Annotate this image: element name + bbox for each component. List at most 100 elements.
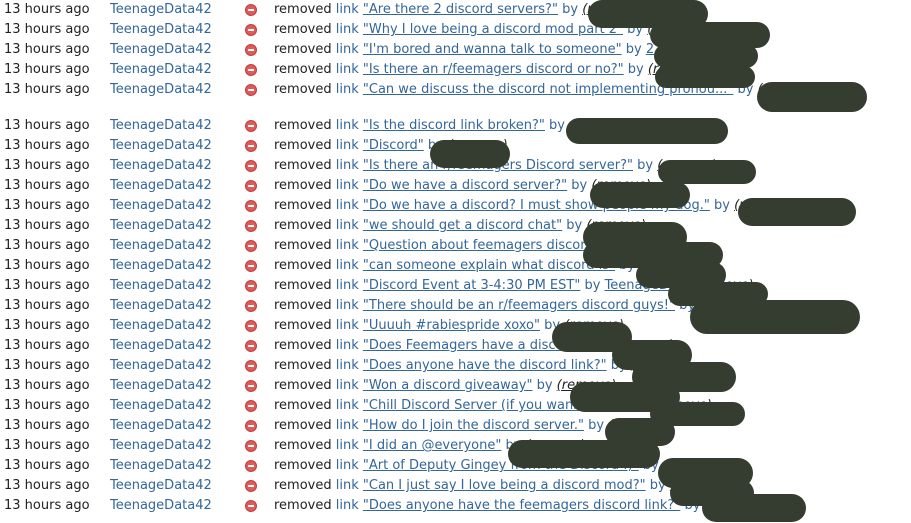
moderator-link[interactable]: TeenageData42 <box>110 338 212 354</box>
timestamp: 13 hours ago <box>4 278 90 293</box>
moderator-link[interactable]: TeenageData42 <box>110 398 212 414</box>
moderation-log: 13 hours ago TeenageData42 removed link "A… <box>0 0 911 516</box>
moderator-link[interactable]: TeenageData42 <box>110 378 212 394</box>
moderator-link[interactable]: TeenageData42 <box>110 22 212 38</box>
remove-action-icon <box>245 320 257 332</box>
target-type: link <box>335 238 359 253</box>
post-title-link[interactable]: "Are there 2 discord servers?" <box>363 2 558 17</box>
redaction-mark <box>566 118 728 144</box>
moderator-link[interactable]: TeenageData42 <box>110 238 212 254</box>
action-type: removed <box>274 498 332 513</box>
target-type: link <box>335 478 359 493</box>
post-title-link[interactable]: "Is the discord link broken?" <box>363 118 545 133</box>
moderator-link[interactable]: TeenageData42 <box>110 278 212 294</box>
moderator-link[interactable]: TeenageData42 <box>110 118 212 134</box>
moderator-link[interactable]: TeenageData42 <box>110 438 212 454</box>
moderator-link[interactable]: TeenageData42 <box>110 358 212 374</box>
post-title-link[interactable]: "Do we have a discord server?" <box>363 178 567 193</box>
post-title-link[interactable]: "Is there an r/feemagers discord or no?" <box>363 62 624 77</box>
log-row: 13 hours ago TeenageData42 removed link "Q… <box>0 236 911 256</box>
timestamp: 13 hours ago <box>4 22 90 37</box>
post-title-link[interactable]: "How do I join the discord server." <box>363 418 584 433</box>
action-type: removed <box>274 358 332 373</box>
remove-action-icon <box>245 44 257 56</box>
by-label: by <box>627 62 644 77</box>
post-title-link[interactable]: "we should get a discord chat" <box>363 218 562 233</box>
target-type: link <box>335 498 359 513</box>
remove-action-icon <box>245 400 257 412</box>
remove-action-icon <box>245 360 257 372</box>
log-row: 13 hours ago TeenageData42 removed link "D… <box>0 356 911 376</box>
moderator-link[interactable]: TeenageData42 <box>110 318 212 334</box>
moderator-link[interactable]: TeenageData42 <box>110 218 212 234</box>
target-type: link <box>335 438 359 453</box>
action-details: removed link "Does anyone have the disco… <box>274 358 909 374</box>
post-title-link[interactable]: "There should be an r/feemagers discord … <box>363 298 675 313</box>
moderator-link[interactable]: TeenageData42 <box>110 258 212 274</box>
target-type: link <box>335 218 359 233</box>
action-details: removed link "Discord Event at 3-4:30 PM… <box>274 278 909 294</box>
moderator-link[interactable]: TeenageData42 <box>110 82 212 98</box>
timestamp: 13 hours ago <box>4 378 90 393</box>
timestamp: 13 hours ago <box>4 438 90 453</box>
action-type: removed <box>274 178 332 193</box>
remove-action-icon <box>245 200 257 212</box>
post-title-link[interactable]: "Discord Event at 3-4:30 PM EST" <box>363 278 580 293</box>
action-type: removed <box>274 158 332 173</box>
post-title-link[interactable]: "I did an @everyone" <box>363 438 501 453</box>
post-title-link[interactable]: "Uuuuh #rabiespride xoxo" <box>363 318 540 333</box>
author-link[interactable]: 2 <box>646 42 654 57</box>
redaction-mark <box>702 494 806 522</box>
timestamp: 13 hours ago <box>4 62 90 77</box>
post-title-link[interactable]: "Why I love being a discord mod part 2" <box>363 22 623 37</box>
moderator-link[interactable]: TeenageData42 <box>110 178 212 194</box>
moderator-link[interactable]: TeenageData42 <box>110 458 212 474</box>
post-title-link[interactable]: "Does anyone have the discord link?" <box>363 358 607 373</box>
moderator-link[interactable]: TeenageData42 <box>110 138 212 154</box>
post-title-link[interactable]: "I'm bored and wanna talk to someone" <box>363 42 622 57</box>
target-type: link <box>335 258 359 273</box>
target-type: link <box>335 418 359 433</box>
moderator-link[interactable]: TeenageData42 <box>110 42 212 58</box>
remove-action-icon <box>245 340 257 352</box>
remove-action-icon <box>245 480 257 492</box>
action-type: removed <box>274 298 332 313</box>
post-title-link[interactable]: "Won a discord giveaway" <box>363 378 533 393</box>
moderator-link[interactable]: TeenageData42 <box>110 478 212 494</box>
remove-action-icon <box>245 4 257 16</box>
remove-action-icon <box>245 380 257 392</box>
target-type: link <box>335 22 359 37</box>
moderator-link[interactable]: TeenageData42 <box>110 2 212 18</box>
timestamp: 13 hours ago <box>4 338 90 353</box>
by-label: by <box>571 178 588 193</box>
redaction-mark <box>508 440 660 468</box>
post-title-link[interactable]: "Does anyone have the feemagers discord … <box>363 498 680 513</box>
log-row: 13 hours ago TeenageData42 removed link "I… <box>0 40 911 60</box>
remove-action-icon <box>245 180 257 192</box>
timestamp: 13 hours ago <box>4 358 90 373</box>
moderator-link[interactable]: TeenageData42 <box>110 498 212 514</box>
moderator-link[interactable]: TeenageData42 <box>110 62 212 78</box>
log-row: 13 hours ago TeenageData42 removed link "D… <box>0 276 911 296</box>
by-label: by <box>562 2 579 17</box>
post-title-link[interactable]: "Question about feemagers discord." <box>363 238 604 253</box>
target-type: link <box>335 458 359 473</box>
target-type: link <box>335 338 359 353</box>
action-details: removed link "How do I join the discord … <box>274 418 909 434</box>
post-title-link[interactable]: "Can I just say I love being a discord m… <box>363 478 646 493</box>
redaction-mark <box>658 160 756 184</box>
moderator-link[interactable]: TeenageData42 <box>110 158 212 174</box>
post-title-link[interactable]: "can someone explain what discord is" <box>363 258 615 273</box>
moderator-link[interactable]: TeenageData42 <box>110 418 212 434</box>
moderator-link[interactable]: TeenageData42 <box>110 298 212 314</box>
timestamp: 13 hours ago <box>4 458 90 473</box>
moderator-link[interactable]: TeenageData42 <box>110 198 212 214</box>
post-title-link[interactable]: "Discord" <box>363 138 424 153</box>
timestamp: 13 hours ago <box>4 298 90 313</box>
remove-action-icon <box>245 500 257 512</box>
action-type: removed <box>274 378 332 393</box>
action-type: removed <box>274 238 332 253</box>
timestamp: 13 hours ago <box>4 178 90 193</box>
target-type: link <box>335 198 359 213</box>
target-type: link <box>335 178 359 193</box>
